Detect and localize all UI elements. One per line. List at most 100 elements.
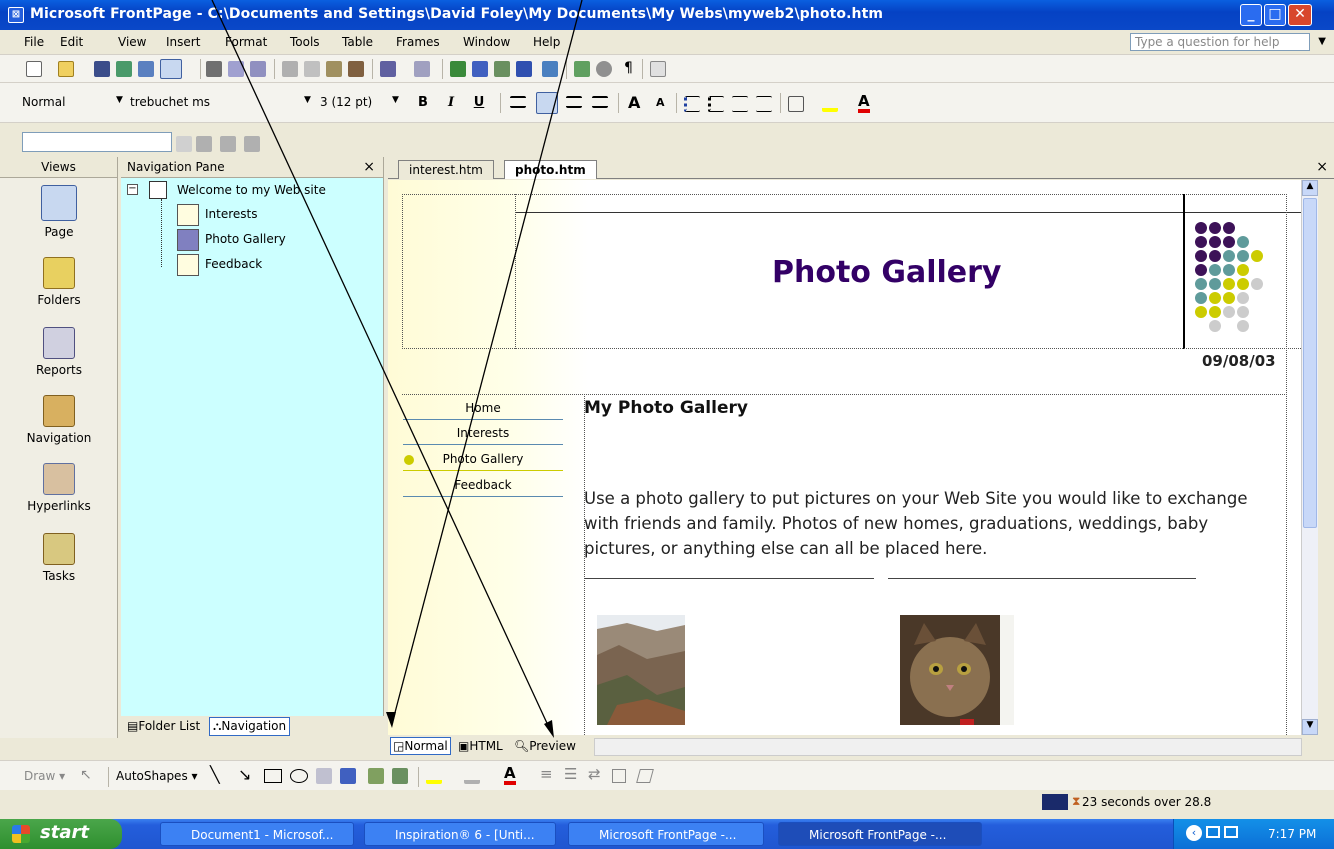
close-document-icon[interactable]: × — [1316, 159, 1328, 175]
increase-font-icon[interactable]: A — [628, 93, 640, 112]
view-hyperlinks[interactable]: Hyperlinks — [0, 463, 118, 513]
scroll-thumb[interactable] — [1303, 198, 1317, 528]
close-button[interactable]: ✕ — [1288, 4, 1312, 26]
menu-edit[interactable]: Edit — [60, 35, 83, 49]
view-navigation[interactable]: Navigation — [0, 395, 118, 445]
menu-table[interactable]: Table — [342, 35, 373, 49]
close-pane-icon[interactable]: × — [363, 159, 375, 175]
effect-select[interactable] — [22, 132, 172, 152]
rectangle-icon[interactable] — [264, 769, 282, 783]
clip-art-icon[interactable] — [368, 768, 384, 784]
autoshapes-menu[interactable]: AutoShapes ▾ — [116, 769, 198, 783]
refresh-icon[interactable] — [574, 61, 590, 77]
page-nav-interests[interactable]: Interests — [403, 423, 563, 445]
copy-icon[interactable] — [304, 61, 320, 77]
draw-font-color-icon[interactable]: A — [504, 765, 516, 785]
increase-indent-icon[interactable] — [756, 96, 772, 112]
folder-list-icon[interactable] — [138, 61, 154, 77]
font-select[interactable]: trebuchet ms — [114, 93, 302, 113]
cut-icon[interactable] — [282, 61, 298, 77]
html-view-tab[interactable]: ▣HTML — [458, 739, 503, 753]
publish-icon[interactable] — [116, 61, 132, 77]
spelling-icon[interactable] — [250, 61, 266, 77]
redo-icon[interactable] — [414, 61, 430, 77]
tab-interest[interactable]: interest.htm — [398, 160, 494, 179]
page-nav-feedback[interactable]: Feedback — [403, 475, 563, 497]
canyon-photo[interactable] — [597, 615, 685, 725]
draw-menu[interactable]: Draw ▾ — [24, 769, 65, 783]
minimize-button[interactable]: _ — [1240, 4, 1262, 26]
menu-tools[interactable]: Tools — [290, 35, 320, 49]
dhtml-icon-3[interactable] — [244, 136, 260, 152]
network-icon[interactable] — [1206, 826, 1220, 838]
text-box-icon[interactable] — [316, 768, 332, 784]
justify-icon[interactable] — [592, 96, 608, 108]
help-icon[interactable] — [650, 61, 666, 77]
menu-view[interactable]: View — [118, 35, 146, 49]
print-icon[interactable] — [206, 61, 222, 77]
normal-view-tab[interactable]: ◲Normal — [390, 737, 451, 755]
arrow-icon[interactable]: ↘ — [238, 765, 251, 784]
view-page[interactable]: Page — [0, 185, 118, 239]
dhtml-icon-1[interactable] — [196, 136, 212, 152]
insert-picture-icon[interactable] — [494, 61, 510, 77]
title-bar[interactable]: ⊠ Microsoft FrontPage - C:\Documents and… — [0, 0, 1334, 30]
volume-icon[interactable] — [1224, 826, 1238, 838]
select-objects-icon[interactable]: ↖ — [80, 767, 92, 783]
maximize-button[interactable]: □ — [1264, 4, 1286, 26]
numbering-icon[interactable] — [684, 96, 700, 112]
size-select[interactable]: 3 (12 pt) — [316, 93, 388, 113]
collapse-icon[interactable]: − — [127, 184, 138, 195]
hyperlink-icon[interactable] — [542, 61, 558, 77]
nav-root-welcome[interactable]: Welcome to my Web site — [177, 183, 326, 197]
bold-button[interactable]: B — [414, 95, 432, 110]
cat-photo[interactable] — [900, 615, 1014, 725]
fill-color-icon[interactable] — [426, 768, 442, 784]
scroll-down-icon[interactable]: ▼ — [1302, 719, 1318, 735]
oval-icon[interactable] — [290, 769, 308, 783]
task-inspiration[interactable]: Inspiration® 6 - [Unti... — [364, 822, 556, 846]
align-right-icon[interactable] — [566, 96, 582, 108]
bullets-icon[interactable] — [708, 96, 724, 112]
show-all-icon[interactable]: ¶ — [624, 60, 633, 76]
navigation-tab[interactable]: ⛬Navigation — [209, 717, 291, 736]
style-select[interactable]: Normal — [18, 93, 102, 113]
line-color-icon[interactable] — [464, 768, 480, 784]
save-icon[interactable] — [94, 61, 110, 77]
3d-icon[interactable] — [636, 769, 654, 783]
dhtml-dropdown-icon[interactable] — [176, 136, 192, 152]
italic-button[interactable]: I — [442, 95, 460, 110]
arrow-style-icon[interactable]: ⇄ — [588, 765, 601, 783]
page-nav-photo-gallery[interactable]: Photo Gallery — [403, 449, 563, 471]
frontpage-icon[interactable]: ⊠ — [8, 7, 24, 23]
view-folders[interactable]: Folders — [0, 257, 118, 307]
paste-icon[interactable] — [326, 61, 342, 77]
align-center-icon[interactable] — [536, 92, 558, 114]
menu-help[interactable]: Help — [533, 35, 560, 49]
drawing-icon[interactable] — [516, 61, 532, 77]
scroll-up-icon[interactable]: ▲ — [1302, 180, 1318, 196]
menu-insert[interactable]: Insert — [166, 35, 200, 49]
undo-icon[interactable] — [380, 61, 396, 77]
line-icon[interactable]: ╲ — [210, 765, 220, 784]
task-frontpage-2[interactable]: Microsoft FrontPage -... — [778, 822, 982, 846]
decrease-indent-icon[interactable] — [732, 96, 748, 112]
view-reports[interactable]: Reports — [0, 327, 118, 377]
font-color-icon[interactable]: A — [858, 93, 870, 113]
nav-node-photo-gallery[interactable]: Photo Gallery — [205, 232, 286, 246]
toggle-pane-icon[interactable] — [160, 59, 182, 79]
task-frontpage-1[interactable]: Microsoft FrontPage -... — [568, 822, 764, 846]
format-painter-icon[interactable] — [348, 61, 364, 77]
highlight-icon[interactable] — [822, 96, 838, 112]
wordart-icon[interactable] — [340, 768, 356, 784]
dhtml-icon-2[interactable] — [220, 136, 236, 152]
view-tasks[interactable]: Tasks — [0, 533, 118, 583]
size-dropdown-icon[interactable]: ▼ — [304, 95, 311, 105]
nav-node-interests[interactable]: Interests — [205, 207, 258, 221]
stop-icon[interactable] — [596, 61, 612, 77]
nav-node-feedback[interactable]: Feedback — [205, 257, 262, 271]
underline-button[interactable]: U — [470, 95, 488, 110]
menu-file[interactable]: File — [24, 35, 44, 49]
menu-frames[interactable]: Frames — [396, 35, 440, 49]
vertical-scrollbar[interactable]: ▲ ▼ — [1301, 180, 1318, 735]
